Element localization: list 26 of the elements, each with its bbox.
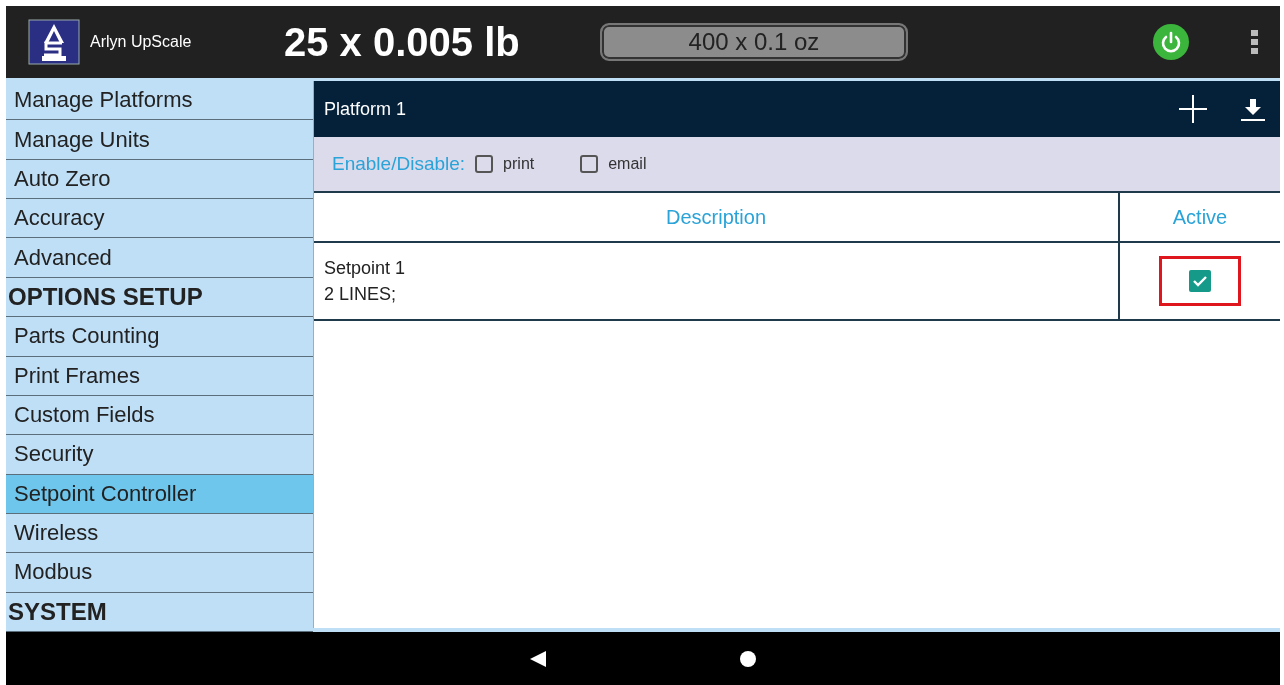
- panel-title: Platform 1: [324, 98, 408, 120]
- secondary-reading[interactable]: 400 x 0.1 oz: [600, 23, 908, 61]
- description-cell[interactable]: Setpoint 1 2 LINES;: [314, 243, 1120, 321]
- checkbox-label: print: [503, 155, 535, 173]
- logo-icon: [28, 19, 80, 65]
- checkbox-label: email: [608, 155, 647, 173]
- column-header: Active: [1120, 193, 1280, 243]
- app-title: Arlyn UpScale: [90, 33, 193, 51]
- description-line: 2 LINES;: [324, 283, 398, 306]
- checkbox[interactable]: [475, 155, 494, 173]
- checkmark-icon: [1192, 275, 1208, 287]
- menu-item[interactable]: Setpoint Controller: [6, 474, 313, 514]
- enable-label: Enable/Disable:: [332, 153, 466, 175]
- checkbox[interactable]: [580, 155, 599, 173]
- toggle-checkbox[interactable]: print: [475, 155, 535, 173]
- power-icon[interactable]: [1152, 23, 1190, 61]
- column-header: Description: [314, 193, 1120, 243]
- checkbox[interactable]: [1189, 270, 1211, 292]
- home-icon[interactable]: [738, 648, 758, 669]
- add-button[interactable]: [1178, 94, 1208, 124]
- toggle-checkbox[interactable]: email: [580, 155, 647, 173]
- back-icon[interactable]: [528, 648, 548, 669]
- more-menu-icon[interactable]: [1250, 29, 1260, 55]
- download-button[interactable]: [1240, 96, 1266, 122]
- primary-reading: 25 x 0.005 lb: [284, 19, 521, 65]
- description-line: Setpoint 1: [324, 257, 407, 280]
